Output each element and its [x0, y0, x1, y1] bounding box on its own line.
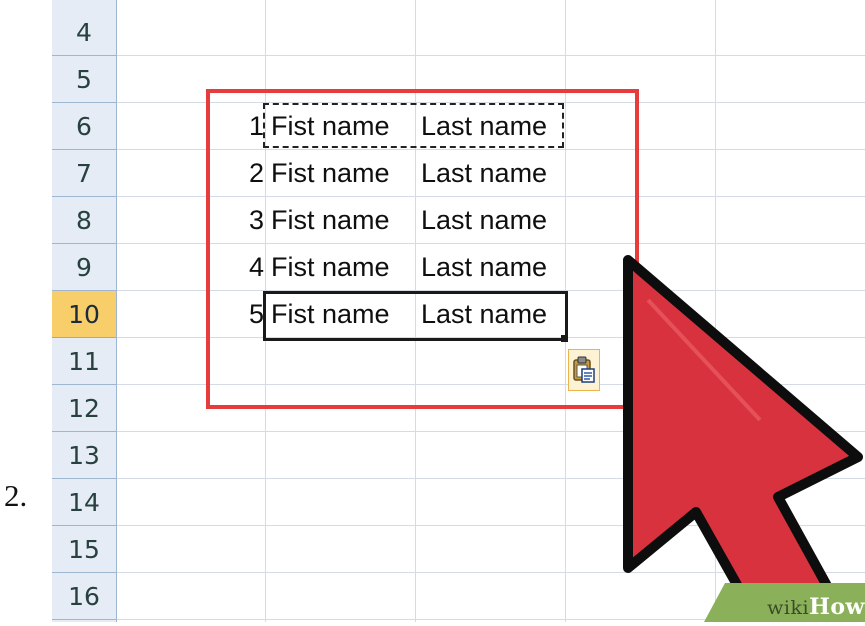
watermark-wiki: wiki — [767, 597, 810, 619]
mouse-pointer-arrow-icon — [623, 255, 863, 622]
wikihow-watermark: wikiHow — [690, 583, 865, 622]
watermark-how: How — [809, 594, 865, 620]
